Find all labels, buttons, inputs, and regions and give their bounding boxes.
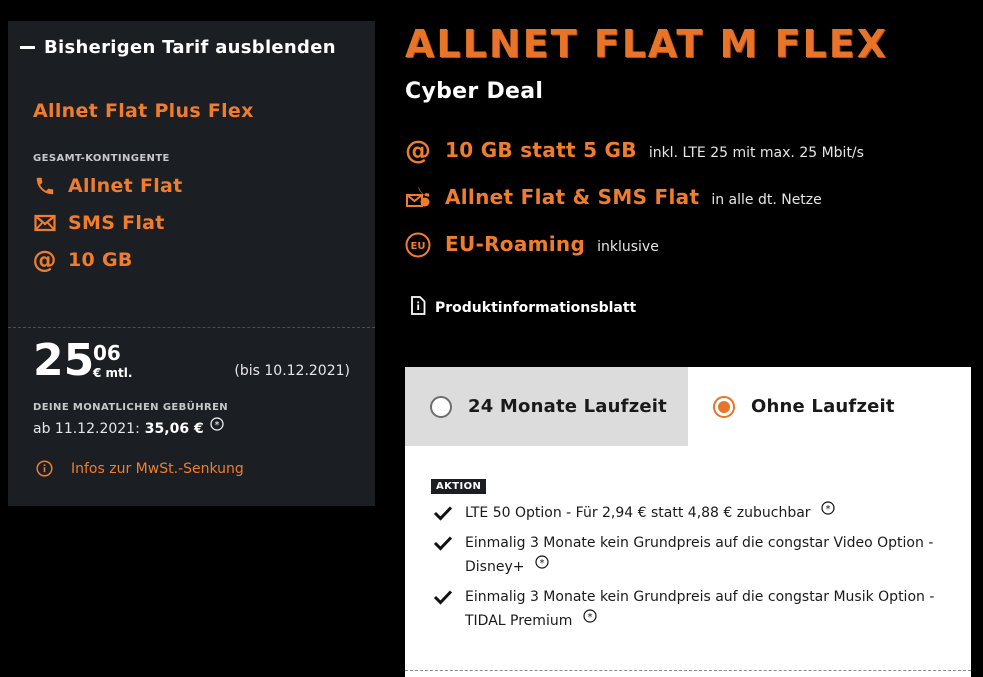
price-unit: € mtl. xyxy=(93,366,133,380)
document-info-icon xyxy=(410,296,426,319)
quota-item-data: @ 10 GB xyxy=(32,245,133,274)
svg-text:*: * xyxy=(214,420,219,431)
quota-label: Allnet Flat xyxy=(68,174,183,197)
feature-sub: inklusive xyxy=(597,239,659,255)
fees-row: ab 11.12.2021: 35,06 € * xyxy=(33,417,224,437)
feature-sub: inkl. LTE 25 mit max. 25 Mbit/s xyxy=(648,145,864,161)
product-info-label: Produktinformationsblatt xyxy=(435,299,637,316)
radio-unselected-icon[interactable] xyxy=(430,395,452,418)
check-icon xyxy=(433,589,453,605)
feature-data: @ 10 GB statt 5 GB inkl. LTE 25 mit max.… xyxy=(405,138,864,164)
phone-icon xyxy=(33,174,56,197)
fees-from-date: ab 11.12.2021: xyxy=(33,421,140,437)
feature-roaming: EU EU-Roaming inklusive xyxy=(405,232,659,258)
contract-options-panel: 24 Monate Laufzeit Ohne Laufzeit AKTION … xyxy=(405,367,971,677)
price-until-date: (bis 10.12.2021) xyxy=(234,363,350,379)
fees-amount: 35,06 € xyxy=(144,421,204,437)
feature-main: EU-Roaming xyxy=(445,232,586,256)
svg-text:EU: EU xyxy=(411,241,426,252)
quota-label: SMS Flat xyxy=(68,211,165,234)
tab-label: 24 Monate Laufzeit xyxy=(468,396,667,417)
footnote-star-icon[interactable]: * xyxy=(535,555,549,569)
hide-previous-tariff-toggle[interactable]: Bisherigen Tarif ausblenden xyxy=(20,37,336,58)
check-icon xyxy=(433,505,453,521)
eu-icon: EU xyxy=(405,232,431,258)
phone-sms-icon xyxy=(405,185,431,211)
tab-label: Ohne Laufzeit xyxy=(751,396,895,417)
at-icon: @ xyxy=(405,136,431,166)
promo-item: Einmalig 3 Monate kein Grundpreis auf di… xyxy=(433,531,935,579)
info-icon xyxy=(36,460,53,477)
mwst-info-label: Infos zur MwSt.-Senkung xyxy=(71,460,244,477)
divider xyxy=(405,670,971,671)
svg-text:*: * xyxy=(539,558,544,569)
promo-text: LTE 50 Option - Für 2,94 € statt 4,88 € … xyxy=(465,505,811,521)
promo-badge: AKTION xyxy=(431,479,487,494)
product-info-link[interactable]: Produktinformationsblatt xyxy=(410,296,636,319)
quota-item-calls: Allnet Flat xyxy=(33,174,183,197)
toggle-label: Bisherigen Tarif ausblenden xyxy=(44,37,336,58)
tab-24-months[interactable]: 24 Monate Laufzeit xyxy=(405,367,688,446)
mwst-info-link[interactable]: Infos zur MwSt.-Senkung xyxy=(36,460,244,477)
tariff-title: ALLNET FLAT M FLEX xyxy=(405,22,889,66)
tab-no-term[interactable]: Ohne Laufzeit xyxy=(688,367,971,446)
promo-item: Einmalig 3 Monate kein Grundpreis auf di… xyxy=(433,585,935,633)
feature-main: Allnet Flat & SMS Flat xyxy=(445,185,700,209)
at-icon: @ xyxy=(32,245,57,274)
quota-label: 10 GB xyxy=(68,248,133,271)
footnote-star-icon[interactable]: * xyxy=(210,417,224,431)
footnote-star-icon[interactable]: * xyxy=(583,609,597,623)
quota-item-sms: SMS Flat xyxy=(33,211,165,234)
envelope-icon xyxy=(33,211,56,234)
quota-heading: GESAMT-KONTINGENTE xyxy=(33,153,170,164)
price-euros: 25 xyxy=(33,335,95,386)
minus-icon xyxy=(20,46,35,49)
check-icon xyxy=(433,535,453,551)
previous-tariff-card: Bisherigen Tarif ausblenden Allnet Flat … xyxy=(8,21,375,506)
footnote-star-icon[interactable]: * xyxy=(821,501,835,515)
promo-item: LTE 50 Option - Für 2,94 € statt 4,88 € … xyxy=(433,501,935,525)
tariff-subtitle: Cyber Deal xyxy=(405,79,544,104)
divider xyxy=(8,327,375,328)
promo-text: Einmalig 3 Monate kein Grundpreis auf di… xyxy=(465,589,935,629)
price-cents: 06 xyxy=(93,341,121,365)
feature-calls-sms: Allnet Flat & SMS Flat in alle dt. Netze xyxy=(405,185,822,211)
svg-text:*: * xyxy=(826,504,831,515)
radio-selected-icon[interactable] xyxy=(713,395,735,418)
svg-text:*: * xyxy=(587,612,592,623)
feature-main: 10 GB statt 5 GB xyxy=(445,138,637,162)
previous-tariff-name: Allnet Flat Plus Flex xyxy=(33,100,254,122)
feature-sub: in alle dt. Netze xyxy=(711,192,822,208)
fees-heading: DEINE MONATLICHEN GEBÜHREN xyxy=(33,402,229,413)
